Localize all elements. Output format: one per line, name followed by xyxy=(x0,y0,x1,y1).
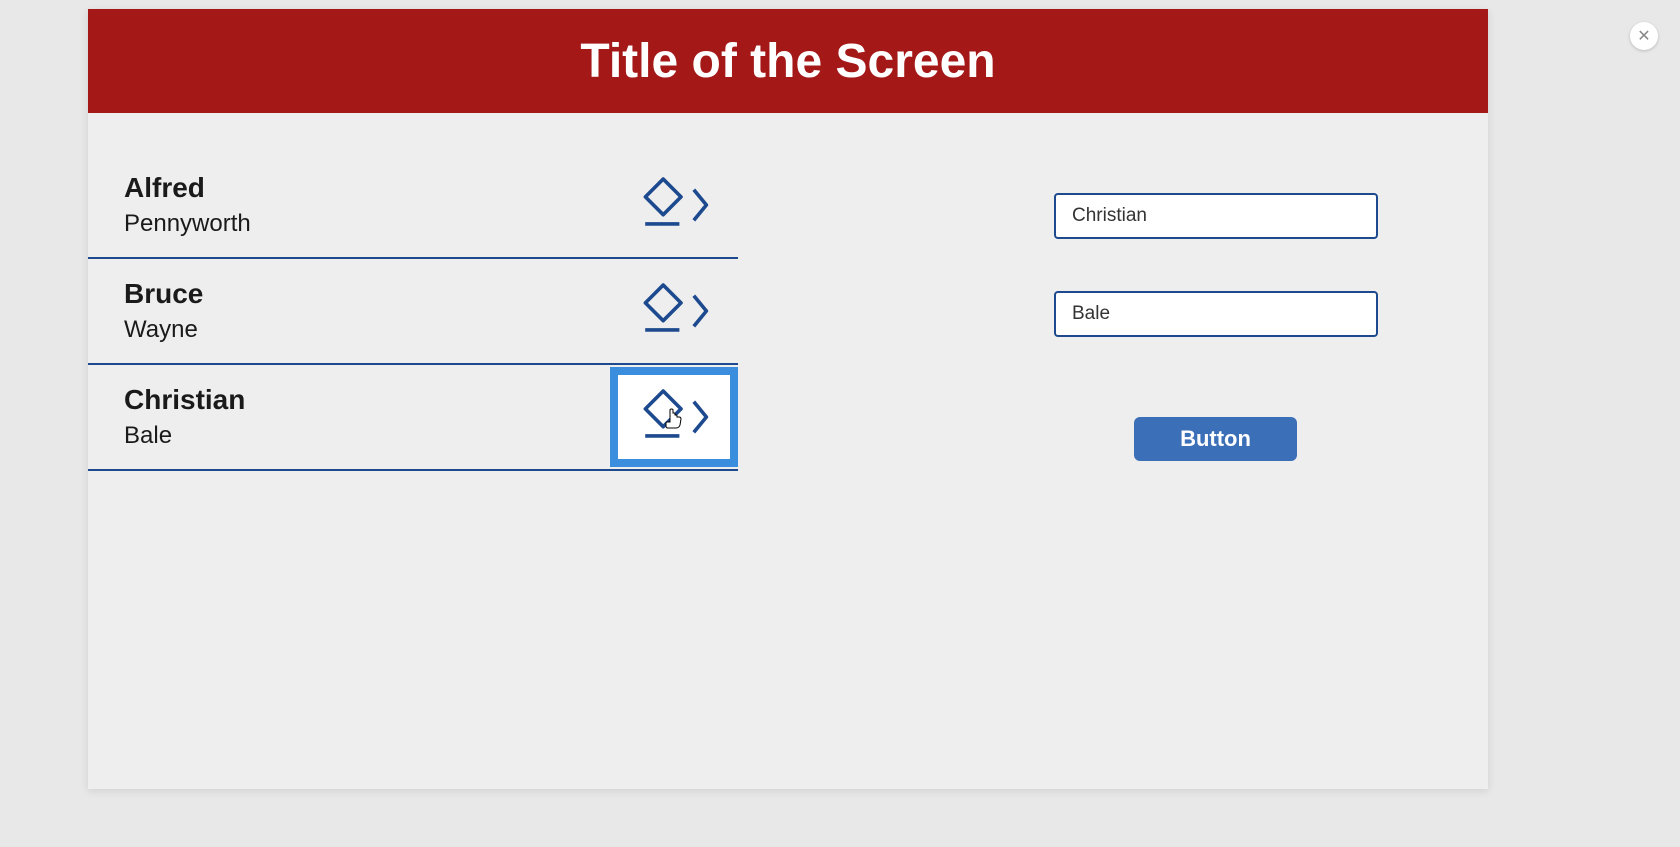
list-panel: Alfred Pennyworth Bruce Wa xyxy=(88,153,738,471)
submit-button[interactable]: Button xyxy=(1134,417,1297,461)
list-item-text: Bruce Wayne xyxy=(124,278,610,344)
list-item-last-name: Bale xyxy=(124,422,610,450)
last-name-input[interactable] xyxy=(1054,291,1378,337)
eraser-chevron-icon xyxy=(629,382,719,452)
list-item[interactable]: Christian Bale xyxy=(88,365,738,471)
content-area: Alfred Pennyworth Bruce Wa xyxy=(88,113,1488,471)
list-item-last-name: Wayne xyxy=(124,316,610,344)
list-item-first-name: Alfred xyxy=(124,172,610,204)
modal-header: Title of the Screen xyxy=(88,9,1488,113)
list-item[interactable]: Bruce Wayne xyxy=(88,259,738,365)
eraser-chevron-icon xyxy=(629,276,719,346)
list-item-last-name: Pennyworth xyxy=(124,210,610,238)
form-panel: Button xyxy=(738,153,1338,471)
erase-action-button[interactable] xyxy=(610,367,738,467)
close-button[interactable]: ✕ xyxy=(1630,22,1658,50)
list-item-first-name: Bruce xyxy=(124,278,610,310)
list-item-text: Alfred Pennyworth xyxy=(124,172,610,238)
eraser-chevron-icon xyxy=(629,170,719,240)
list-item-first-name: Christian xyxy=(124,384,610,416)
list-item[interactable]: Alfred Pennyworth xyxy=(88,153,738,259)
page-title: Title of the Screen xyxy=(580,34,995,89)
close-icon: ✕ xyxy=(1637,26,1650,46)
erase-action-button[interactable] xyxy=(610,155,738,255)
first-name-input[interactable] xyxy=(1054,193,1378,239)
erase-action-button[interactable] xyxy=(610,261,738,361)
list-item-text: Christian Bale xyxy=(124,384,610,450)
modal-container: Title of the Screen Alfred Pennyworth xyxy=(88,9,1488,789)
